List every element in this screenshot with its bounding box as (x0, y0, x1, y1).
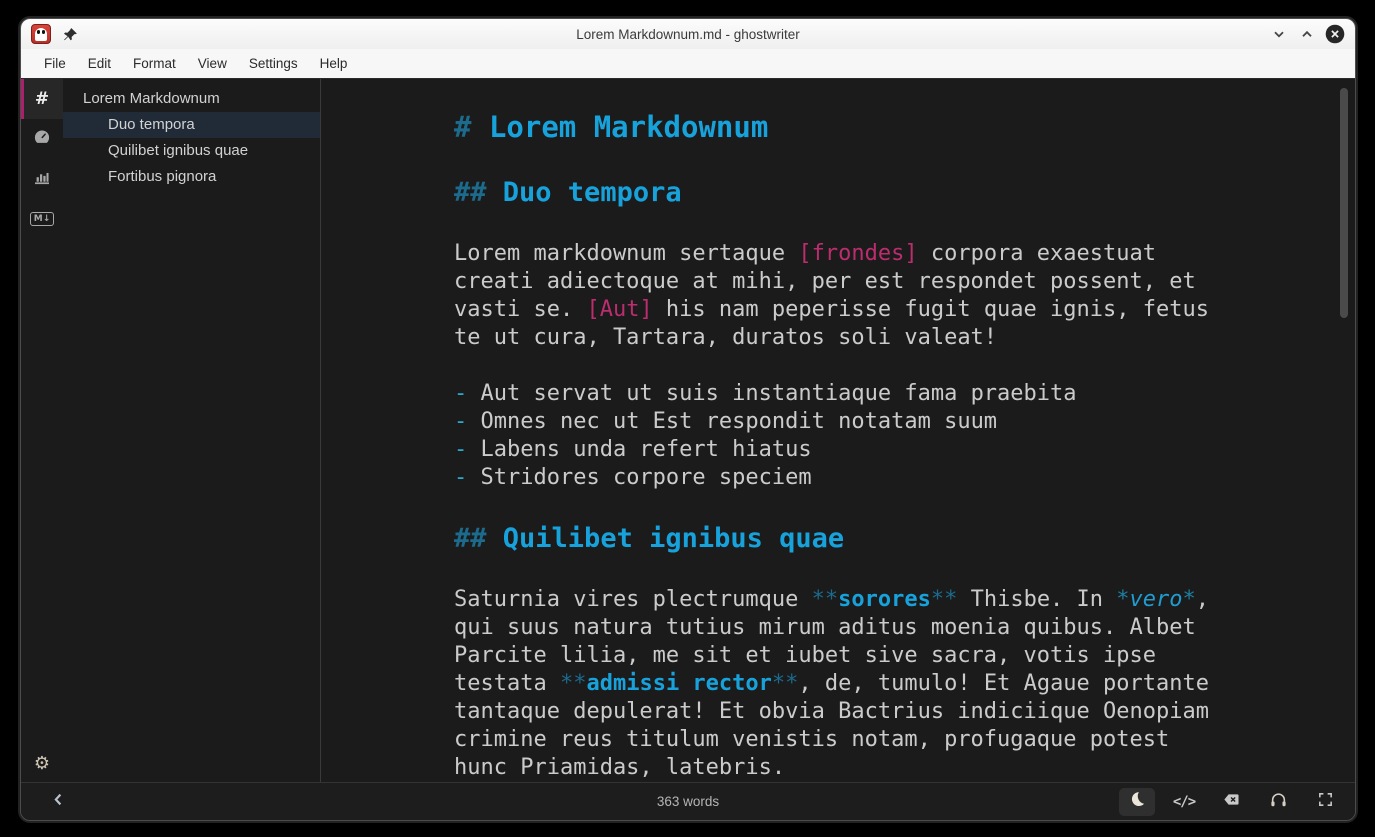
editor-content: # Lorem Markdownum ## Duo tempora Lorem ma… (454, 79, 1199, 782)
editor-heading: ## Duo tempora (454, 174, 1199, 212)
ghostwriter-ghost-icon (31, 24, 51, 44)
editor[interactable]: # Lorem Markdownum ## Duo tempora Lorem ma… (321, 79, 1355, 782)
editor-line: Parcite lilia, me sit et iubet sive sacr… (454, 642, 1199, 670)
outline-panel: Lorem MarkdownumDuo temporaQuilibet igni… (63, 79, 321, 782)
sidebar-tab-session-statistics[interactable] (21, 119, 63, 159)
editor-line: - Omnes nec ut Est respondit notatam suu… (454, 408, 1199, 436)
fullscreen-button[interactable] (1307, 788, 1343, 816)
hide-sidebar-button[interactable] (33, 792, 73, 812)
markdown-icon: M↓ (30, 212, 55, 226)
html-preview-button[interactable]: </> (1166, 788, 1202, 816)
editor-line: ## Duo tempora (454, 174, 1199, 212)
menu-item-view[interactable]: View (187, 49, 238, 78)
editor-line: # Lorem Markdownum (454, 108, 1199, 146)
editor-line: Saturnia vires plectrumque **sorores** T… (454, 586, 1199, 614)
gear-icon: ⚙ (34, 753, 50, 774)
focus-mode-button[interactable] (1260, 788, 1296, 816)
hemingway-mode-button[interactable] (1213, 788, 1249, 816)
status-bar-buttons: </> (1119, 788, 1343, 816)
sidebar-tab-document-statistics[interactable] (21, 159, 63, 199)
editor-heading: # Lorem Markdownum (454, 108, 1199, 146)
editor-line: vasti se. [Aut] his nam peperisse fugit … (454, 296, 1199, 324)
bar-chart-icon (33, 168, 51, 191)
sidebar-tab-outline[interactable]: # (21, 79, 63, 119)
menu-item-edit[interactable]: Edit (77, 49, 122, 78)
menu-item-help[interactable]: Help (309, 49, 359, 78)
editor-line: hunc Priamidas, latebris. (454, 754, 1199, 782)
outline-item[interactable]: Duo tempora (63, 112, 320, 138)
editor-line: testata **admissi rector**, de, tumulo! … (454, 670, 1199, 698)
editor-line: qui suus natura tutius mirum aditus moen… (454, 614, 1199, 642)
editor-paragraph: Lorem markdownum sertaque [frondes] corp… (454, 240, 1199, 352)
editor-line: tantaque depulerat! Et obvia Bactrius in… (454, 698, 1199, 726)
status-bar: 363 words </> (21, 782, 1355, 820)
outline-item[interactable]: Quilibet ignibus quae (63, 138, 320, 164)
editor-paragraph: Saturnia vires plectrumque **sorores** T… (454, 586, 1199, 782)
chevron-up-icon[interactable] (1297, 24, 1317, 44)
chevron-down-icon[interactable] (1269, 24, 1289, 44)
pushpin-icon[interactable] (63, 27, 78, 42)
menu-bar: FileEditFormatViewSettingsHelp (21, 49, 1355, 79)
outline-item[interactable]: Lorem Markdownum (63, 86, 320, 112)
outline-item[interactable]: Fortibus pignora (63, 164, 320, 190)
editor-line: te ut cura, Tartara, duratos soli valeat… (454, 324, 1199, 352)
sidebar-icon-strip: # M↓ ⚙ (21, 79, 63, 782)
window-title: Lorem Markdownum.md - ghostwriter (21, 27, 1355, 42)
editor-line: - Aut servat ut suis instantiaque fama p… (454, 380, 1199, 408)
sidebar-tab-cheat-sheet[interactable]: M↓ (21, 199, 63, 239)
code-icon: </> (1173, 794, 1195, 810)
menu-item-format[interactable]: Format (122, 49, 187, 78)
menu-item-file[interactable]: File (33, 49, 77, 78)
gauge-icon (33, 128, 51, 151)
fullscreen-icon (1317, 791, 1334, 813)
close-icon[interactable] (1325, 24, 1345, 44)
main-area: # M↓ ⚙ Lorem MarkdownumDuo temporaQuilib… (21, 79, 1355, 782)
editor-line: creati adiectoque at mihi, per est respo… (454, 268, 1199, 296)
dark-mode-button[interactable] (1119, 788, 1155, 816)
moon-icon (1128, 790, 1146, 813)
editor-line: ## Quilibet ignibus quae (454, 520, 1199, 558)
backspace-icon (1222, 790, 1241, 814)
editor-list: - Aut servat ut suis instantiaque fama p… (454, 380, 1199, 492)
editor-scrollbar[interactable] (1340, 88, 1348, 318)
ghostwriter-window: Lorem Markdownum.md - ghostwriter FileEd… (20, 18, 1356, 821)
headphones-icon (1269, 790, 1288, 814)
menu-item-settings[interactable]: Settings (238, 49, 309, 78)
hashtag-icon: # (35, 89, 49, 109)
chevron-left-icon (51, 792, 66, 812)
editor-line: - Labens unda refert hiatus (454, 436, 1199, 464)
editor-line: crimine reus titulum venistis notam, pro… (454, 726, 1199, 754)
settings-button[interactable]: ⚙ (21, 744, 63, 782)
title-bar: Lorem Markdownum.md - ghostwriter (21, 19, 1355, 49)
editor-line: - Stridores corpore speciem (454, 464, 1199, 492)
editor-heading: ## Quilibet ignibus quae (454, 520, 1199, 558)
editor-line: Lorem markdownum sertaque [frondes] corp… (454, 240, 1199, 268)
